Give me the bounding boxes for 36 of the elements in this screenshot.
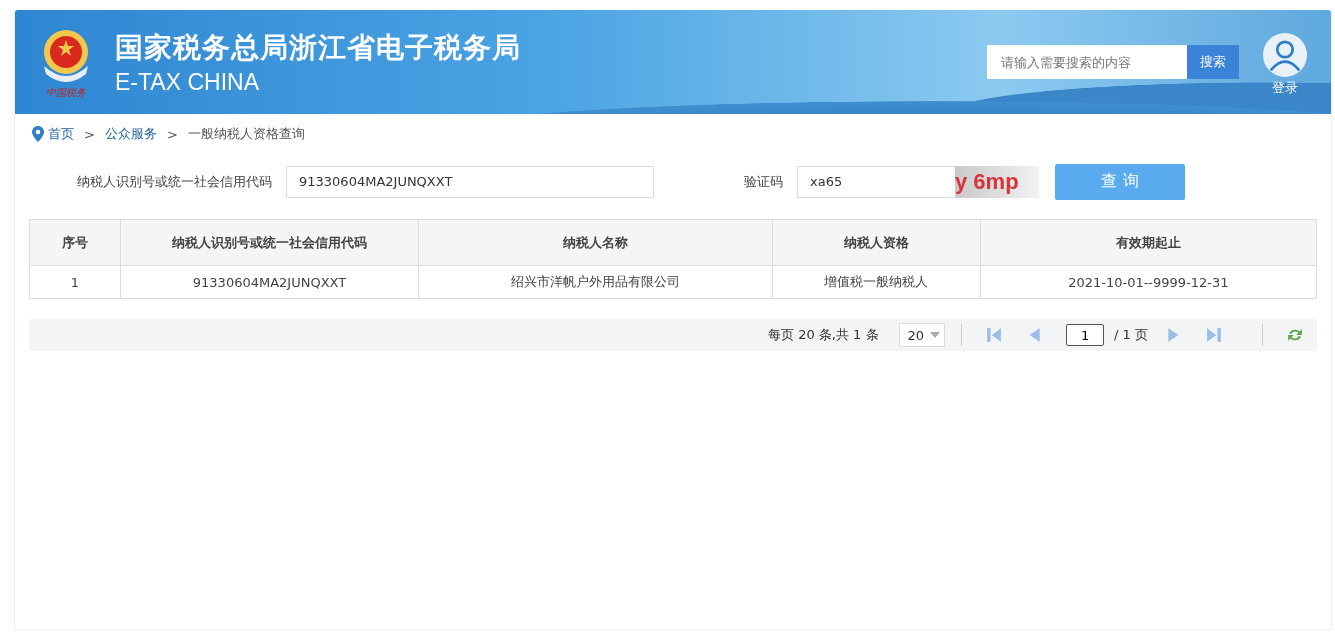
column-header: 纳税人资格 [772, 219, 981, 266]
breadcrumb-separator: > [166, 126, 178, 142]
last-page-icon[interactable] [1206, 327, 1222, 343]
taxpayer-id-field[interactable]: 91330604MA2JUNQXXT [286, 165, 654, 198]
breadcrumb-link[interactable]: 首页 [48, 125, 74, 143]
breadcrumb-separator: > [84, 126, 95, 142]
table-cell: 1 [29, 265, 121, 299]
column-header: 序号 [29, 219, 121, 266]
field-label: 验证码 [744, 172, 783, 191]
site-title: 国家税务总局浙江省电子税务局 [115, 29, 521, 66]
field-label: 纳税人识别号或统一社会信用代码 [77, 172, 272, 191]
location-pin-icon [32, 126, 44, 142]
page-summary: 每页 20 条,共 1 条 [768, 326, 879, 344]
total-pages: / 1 页 [1114, 326, 1148, 344]
table-cell: 91330604MA2JUNQXXT [120, 265, 419, 299]
login-link[interactable]: 登录 [1272, 79, 1298, 97]
refresh-icon[interactable] [1287, 327, 1303, 343]
user-avatar-icon[interactable] [1263, 33, 1307, 77]
table-cell: 增值税一般纳税人 [772, 265, 981, 299]
page-number-field[interactable]: 1 [1066, 324, 1105, 346]
site-subtitle: E-TAX CHINA [115, 68, 260, 96]
dropdown-caret-icon [930, 332, 941, 338]
emblem-caption: 中国税务 [46, 86, 86, 100]
captcha-image[interactable]: y 6mp [955, 165, 1039, 198]
table-cell: 绍兴市洋帆户外用品有限公司 [418, 265, 773, 299]
search-button[interactable]: 搜索 [1187, 45, 1239, 79]
column-header: 有效期起止 [980, 219, 1317, 266]
search-field[interactable]: 请输入需要搜索的内容 [987, 45, 1187, 79]
column-header: 纳税人识别号或统一社会信用代码 [120, 219, 419, 266]
breadcrumb-current: 一般纳税人资格查询 [187, 125, 305, 143]
captcha-field[interactable]: xa65 [797, 165, 955, 198]
page-size-select[interactable]: 20 [898, 323, 946, 347]
breadcrumb-link[interactable]: 公众服务 [104, 125, 157, 143]
column-header: 纳税人名称 [418, 219, 773, 266]
first-page-icon[interactable] [986, 327, 1003, 343]
table-cell: 2021-10-01--9999-12-31 [980, 265, 1317, 299]
